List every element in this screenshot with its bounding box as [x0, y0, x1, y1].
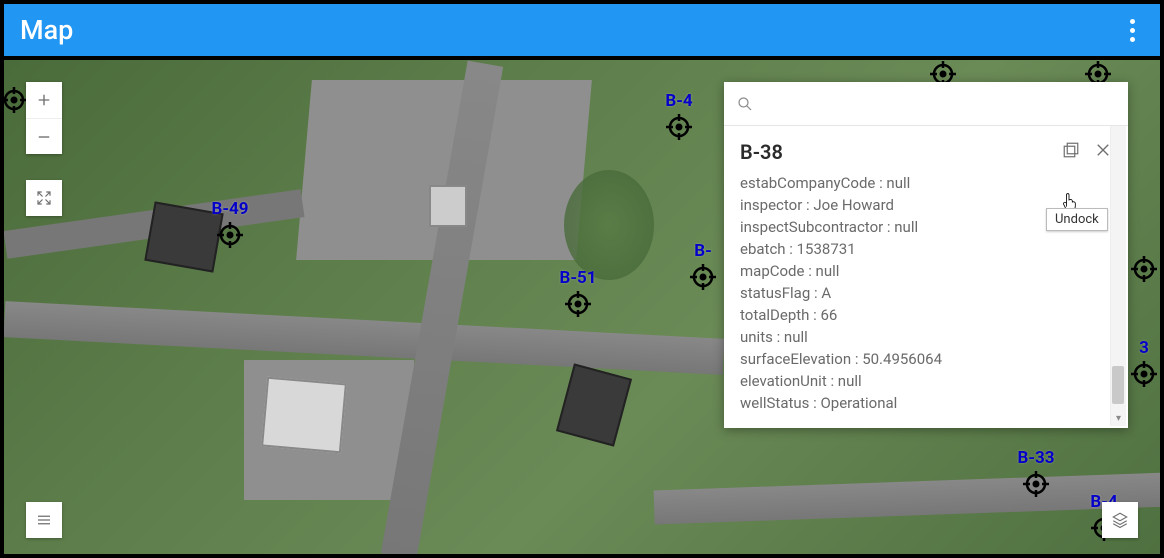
plus-icon — [35, 91, 53, 109]
search-icon — [736, 95, 754, 113]
attribute-row: ebatch : 1538731 — [740, 238, 1112, 260]
bottom-left-control — [26, 502, 62, 538]
attribute-row: units : null — [740, 326, 1112, 348]
attribute-row: surfaceElevation : 50.4956064 — [740, 348, 1112, 370]
more-options-button[interactable] — [1120, 18, 1144, 42]
popup-scrollbar[interactable]: ▾ — [1110, 126, 1126, 426]
layers-button[interactable] — [1102, 502, 1138, 538]
title-bar: Map — [4, 4, 1160, 56]
marker-label: B-4 — [665, 91, 692, 111]
map-marker[interactable]: B- — [689, 263, 717, 291]
zoom-out-button[interactable] — [26, 118, 62, 154]
expand-icon — [35, 189, 53, 207]
undock-icon — [1062, 141, 1080, 159]
menu-button[interactable] — [26, 502, 62, 538]
map-marker[interactable]: B-4 — [665, 113, 693, 141]
map-marker[interactable]: 3 — [1130, 360, 1158, 388]
fullscreen-control — [26, 180, 62, 216]
scroll-thumb[interactable] — [1112, 366, 1124, 404]
fullscreen-button[interactable] — [26, 180, 62, 216]
zoom-control-group — [26, 82, 62, 154]
undock-tooltip: Undock — [1046, 208, 1108, 231]
undock-button[interactable] — [1062, 141, 1080, 159]
map-marker[interactable]: B-33 — [1022, 470, 1050, 498]
hamburger-icon — [35, 511, 53, 529]
attribute-row: statusFlag : A — [740, 282, 1112, 304]
layers-icon — [1111, 511, 1129, 529]
attribute-row: mapCode : null — [740, 260, 1112, 282]
map-marker[interactable]: B-49 — [216, 221, 244, 249]
attribute-row: totalDepth : 66 — [740, 304, 1112, 326]
map-marker[interactable]: B-51 — [564, 290, 592, 318]
marker-label: B-51 — [559, 268, 596, 288]
marker-label: B- — [694, 241, 712, 261]
marker-label: 3 — [1139, 338, 1149, 358]
map-canvas[interactable]: B-49B-51B-4B-B-473B-33B-4 — [4, 60, 1160, 554]
zoom-in-button[interactable] — [26, 82, 62, 118]
attribute-row: elevationUnit : null — [740, 370, 1112, 392]
marker-label: B-49 — [211, 199, 248, 219]
attribute-row: wellStatus : Operational — [740, 392, 1112, 414]
attribute-row: estabCompanyCode : null — [740, 172, 1112, 194]
map-marker[interactable] — [4, 86, 28, 114]
bottom-right-control — [1102, 502, 1138, 538]
popup-title: B-38 — [740, 140, 783, 164]
marker-label: B-33 — [1017, 448, 1054, 468]
feature-popup: B-38 estabCompanyCode : nullinspector : … — [724, 82, 1128, 428]
popup-search-bar[interactable] — [724, 82, 1128, 126]
page-title: Map — [20, 14, 73, 46]
map-marker[interactable] — [1130, 255, 1158, 283]
minus-icon — [35, 128, 53, 146]
scroll-down-arrow[interactable]: ▾ — [1111, 410, 1126, 426]
